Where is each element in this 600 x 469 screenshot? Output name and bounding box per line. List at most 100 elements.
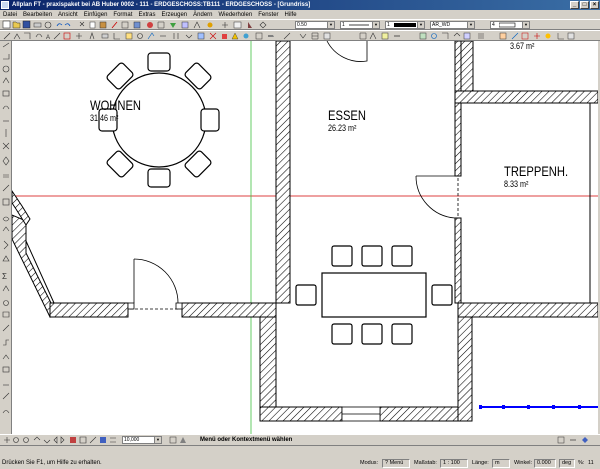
pan-down-icon	[43, 439, 51, 444]
view-icon	[181, 21, 189, 29]
pen-thickness-select[interactable]: 0.50 ▼	[295, 21, 335, 29]
coord-icon	[222, 22, 228, 28]
navigator-icon	[582, 437, 588, 443]
lt-arc-icon	[2, 105, 10, 110]
line-type-select[interactable]: 1 ▼	[340, 21, 380, 29]
scale-value: 10,000	[124, 437, 140, 443]
zoom-window-icon	[442, 32, 449, 39]
zoom-in-icon	[13, 437, 19, 443]
room-label-treppenhaus[interactable]: TREPPENH. 8.33 m²	[504, 163, 568, 189]
outline-lines	[25, 103, 591, 304]
lt-circle-icon	[2, 65, 10, 73]
room-label-wohnen[interactable]: WOHNEN 31.46 m²	[90, 97, 141, 123]
dimension-icon	[53, 32, 61, 40]
pan-right-icon	[60, 436, 65, 444]
menu-hilfe[interactable]: Hilfe	[285, 12, 297, 18]
zoom-icon	[431, 33, 437, 39]
chair-top-1	[331, 245, 353, 267]
menu-einfuegen[interactable]: Einfügen	[84, 12, 108, 18]
pen-icon	[111, 21, 118, 29]
diagonal-icon	[283, 32, 291, 40]
move-icon	[147, 32, 155, 40]
maximize-button[interactable]: □	[580, 1, 589, 9]
standard-toolbar: 0.50 ▼ 1 ▼ 1 ▼ AR_WD ▼ 4 ▼	[0, 19, 600, 30]
menu-aendern[interactable]: Ändern	[193, 12, 212, 18]
grey-box-icon	[323, 32, 331, 40]
room-area: 31.46 m²	[90, 113, 119, 123]
lt-square-icon	[2, 198, 10, 206]
room-area: 8.33 m²	[504, 179, 529, 189]
scale-input[interactable]: 10,000 ▼	[122, 436, 162, 444]
v-icon	[299, 33, 307, 39]
chair-n	[147, 52, 171, 72]
pan-icon	[453, 32, 461, 37]
mode-label: Modus:	[360, 460, 379, 466]
lt-diagonal-icon	[2, 184, 10, 192]
room-name: WOHNEN	[90, 97, 142, 113]
window-view-icon	[79, 436, 87, 444]
measure-icon	[193, 21, 201, 29]
door-living	[127, 258, 183, 317]
blue-line-icon	[511, 32, 519, 40]
lt-chevron-icon	[3, 240, 9, 250]
scale-status-value[interactable]: 1 : 100	[440, 459, 468, 468]
menu-extras[interactable]: Extras	[138, 12, 155, 18]
menu-bearbeiten[interactable]: Bearbeiten	[23, 12, 52, 18]
split-icon	[311, 32, 319, 40]
line-color-select[interactable]: 1 ▼	[385, 21, 425, 29]
layer-select[interactable]: AR_WD ▼	[430, 21, 475, 29]
wall-bay-left	[259, 316, 277, 422]
blue-view-icon	[100, 437, 106, 443]
lt-corner-icon	[3, 54, 10, 60]
frame-icon	[255, 32, 263, 40]
crosshair-icon	[76, 33, 82, 39]
minimize-button[interactable]: _	[570, 1, 579, 9]
pan-left-icon	[53, 436, 58, 444]
wall-lower-right	[457, 302, 598, 318]
menu-format[interactable]: Format	[113, 12, 132, 18]
orange-box-icon	[499, 32, 507, 40]
lt-slash-icon	[2, 324, 10, 332]
menu-datei[interactable]: Datei	[3, 12, 17, 18]
angle-value[interactable]: 0.000	[534, 459, 556, 468]
close-button[interactable]: ×	[590, 1, 599, 9]
wall-top-right-vertical	[460, 41, 474, 92]
wall-interior-top	[454, 41, 462, 177]
sphere-icon	[243, 33, 249, 39]
window-bottom	[341, 406, 381, 422]
pan-up-icon	[33, 436, 41, 441]
check-icon	[185, 34, 193, 39]
room-label-top[interactable]: 3.67 m²	[510, 41, 534, 51]
room-label-essen[interactable]: ESSEN 26.23 m²	[328, 107, 366, 133]
window-controls: _ □ ×	[570, 1, 599, 9]
wall-bay-bottom-left	[259, 406, 343, 422]
lt-step-icon	[3, 339, 9, 346]
lt-arrow-icon	[2, 255, 10, 262]
length-value[interactable]: m	[492, 459, 510, 468]
pattern-select[interactable]: 4 ▼	[490, 21, 530, 29]
pattern-value: 4	[492, 22, 495, 28]
door-stair	[415, 175, 461, 219]
elevation-icon	[369, 32, 377, 40]
copy-icon	[89, 21, 96, 29]
red-view-icon	[70, 437, 76, 443]
percent-label: %:	[578, 460, 585, 466]
menu-fenster[interactable]: Fenster	[258, 12, 278, 18]
lt-hat-icon	[2, 354, 10, 360]
rectangle-icon	[24, 32, 31, 39]
lt-box2-icon	[2, 311, 10, 318]
angle-unit[interactable]: deg	[559, 459, 575, 468]
menu-erzeugen[interactable]: Erzeugen	[161, 12, 187, 18]
lines-view-icon	[110, 437, 116, 443]
help-text: Drücken Sie F1, um Hilfe zu erhalten.	[2, 460, 102, 466]
allplan-app-icon[interactable]	[1, 1, 9, 9]
chair-right	[431, 284, 453, 306]
lt-triangle-icon	[2, 77, 10, 84]
menu-ansicht[interactable]: Ansicht	[58, 12, 78, 18]
fill-icon	[197, 32, 205, 40]
regen-icon	[463, 32, 471, 40]
lt-roof-icon	[2, 285, 10, 292]
menu-wiederholen[interactable]: Wiederholen	[219, 12, 253, 18]
drawing-canvas[interactable]: WOHNEN 31.46 m² ESSEN 26.23 m² TREPPENH.…	[12, 41, 598, 434]
lt-double-line-icon	[3, 174, 9, 178]
